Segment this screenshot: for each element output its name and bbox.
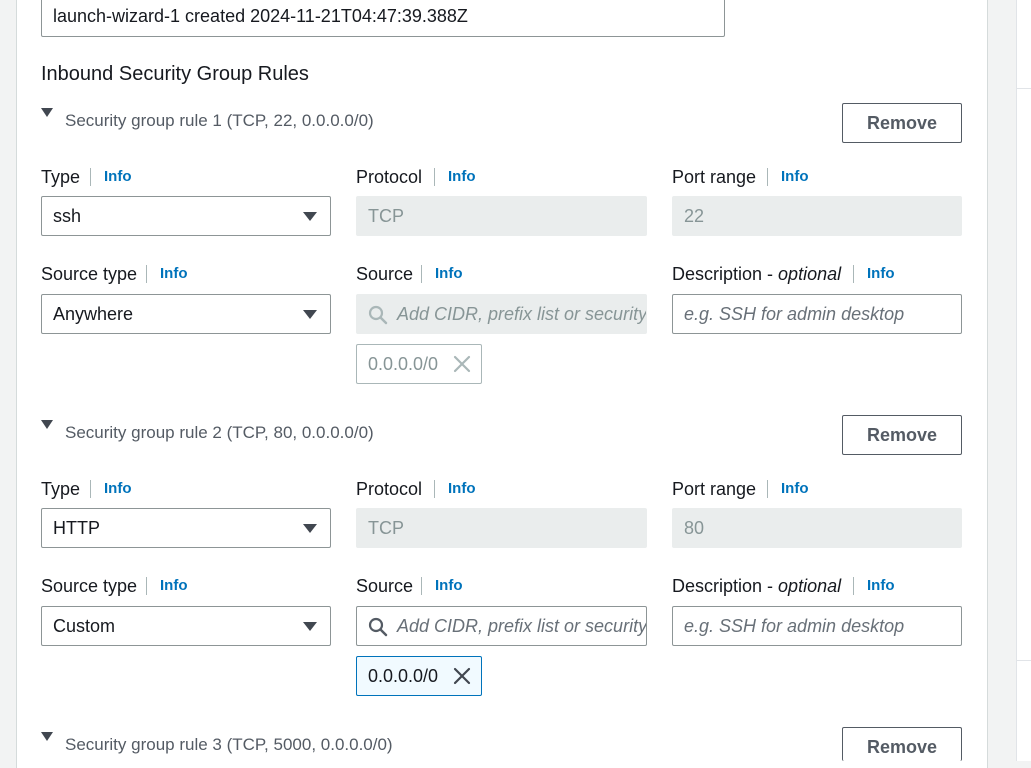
description-optional-text: optional xyxy=(778,576,842,596)
divider xyxy=(767,168,768,186)
description-label-text: Description xyxy=(672,264,763,284)
side-panel-edge xyxy=(1016,0,1031,761)
divider xyxy=(434,480,435,498)
rule-1-type-select[interactable]: ssh xyxy=(41,196,331,236)
type-label: Type xyxy=(41,479,81,499)
rule-1-source-placeholder: Add CIDR, prefix list or security xyxy=(397,304,647,324)
description-label: Description - optional xyxy=(672,263,841,285)
rule-2-source-input[interactable]: Add CIDR, prefix list or security xyxy=(356,606,647,646)
rule-2-description-input[interactable]: e.g. SSH for admin desktop xyxy=(672,606,962,646)
remove-rule-3-button[interactable]: Remove xyxy=(842,727,962,761)
security-group-description-value: launch-wizard-1 created 2024-11-21T04:47… xyxy=(53,6,468,26)
rule-1-source-input: Add CIDR, prefix list or security xyxy=(356,294,647,334)
protocol-label: Protocol xyxy=(356,167,423,187)
rule-3-title[interactable]: Security group rule 3 (TCP, 5000, 0.0.0.… xyxy=(65,734,393,756)
rule-2-source-placeholder: Add CIDR, prefix list or security xyxy=(397,616,647,636)
chevron-down-icon xyxy=(303,310,317,319)
rule-1-source-type-value: Anywhere xyxy=(53,304,134,324)
source-info-link[interactable]: Info xyxy=(435,576,463,596)
port-range-label: Port range xyxy=(672,167,757,187)
rule-1-description-input[interactable]: e.g. SSH for admin desktop xyxy=(672,294,962,334)
source-type-label: Source type xyxy=(41,264,138,284)
rule-1-source-token-value: 0.0.0.0/0 xyxy=(368,354,439,374)
rule-1-description-placeholder: e.g. SSH for admin desktop xyxy=(684,304,905,324)
rule-1-title[interactable]: Security group rule 1 (TCP, 22, 0.0.0.0/… xyxy=(65,110,374,132)
source-type-label: Source type xyxy=(41,576,138,596)
rule-2-port-range-field: 80 xyxy=(672,508,962,548)
description-label: Description - optional xyxy=(672,575,841,597)
chevron-down-icon xyxy=(303,524,317,533)
rule-2-title[interactable]: Security group rule 2 (TCP, 80, 0.0.0.0/… xyxy=(65,422,374,444)
rule-2-port-range-value: 80 xyxy=(684,518,705,538)
source-label: Source xyxy=(356,264,414,284)
caret-down-icon[interactable] xyxy=(41,732,53,741)
caret-down-icon[interactable] xyxy=(41,420,53,429)
remove-rule-2-button[interactable]: Remove xyxy=(842,415,962,455)
chevron-down-icon xyxy=(303,622,317,631)
description-info-link[interactable]: Info xyxy=(867,264,895,284)
rule-1-port-range-field: 22 xyxy=(672,196,962,236)
rule-2-source-token-value: 0.0.0.0/0 xyxy=(368,666,439,686)
rule-1-source-type-select[interactable]: Anywhere xyxy=(41,294,331,334)
source-info-link[interactable]: Info xyxy=(435,264,463,284)
divider xyxy=(90,480,91,498)
port-range-info-link[interactable]: Info xyxy=(781,167,809,187)
description-info-link[interactable]: Info xyxy=(867,576,895,596)
rule-1-protocol-field: TCP xyxy=(356,196,647,236)
description-label-text: Description xyxy=(672,576,763,596)
caret-down-icon[interactable] xyxy=(41,108,53,117)
rule-2-source-type-select[interactable]: Custom xyxy=(41,606,331,646)
divider xyxy=(146,265,147,283)
divider xyxy=(767,480,768,498)
protocol-info-link[interactable]: Info xyxy=(448,479,476,499)
source-type-info-link[interactable]: Info xyxy=(160,576,188,596)
rule-2-source-type-value: Custom xyxy=(53,616,116,636)
search-icon xyxy=(368,617,388,637)
inbound-rules-heading: Inbound Security Group Rules xyxy=(41,63,309,85)
rule-2-protocol-value: TCP xyxy=(368,518,404,538)
type-label: Type xyxy=(41,167,81,187)
type-info-link[interactable]: Info xyxy=(104,167,132,187)
divider xyxy=(853,265,854,283)
divider xyxy=(90,168,91,186)
divider xyxy=(421,265,422,283)
chevron-down-icon xyxy=(303,212,317,221)
rule-1-port-range-value: 22 xyxy=(684,206,705,226)
description-optional-text: optional xyxy=(778,264,842,284)
type-info-link[interactable]: Info xyxy=(104,479,132,499)
port-range-label: Port range xyxy=(672,479,757,499)
rule-2-description-placeholder: e.g. SSH for admin desktop xyxy=(684,616,905,636)
rule-2-source-token: 0.0.0.0/0 xyxy=(356,656,482,696)
side-panel-divider xyxy=(1017,660,1031,661)
rule-2-type-value: HTTP xyxy=(53,518,100,538)
divider xyxy=(434,168,435,186)
protocol-info-link[interactable]: Info xyxy=(448,167,476,187)
close-icon xyxy=(453,355,471,373)
source-label: Source xyxy=(356,576,414,596)
description-label-dash: - xyxy=(762,576,779,596)
close-icon[interactable] xyxy=(453,667,471,685)
source-type-info-link[interactable]: Info xyxy=(160,264,188,284)
port-range-info-link[interactable]: Info xyxy=(781,479,809,499)
divider xyxy=(146,577,147,595)
remove-rule-1-button[interactable]: Remove xyxy=(842,103,962,143)
divider xyxy=(853,577,854,595)
protocol-label: Protocol xyxy=(356,479,423,499)
rule-1-protocol-value: TCP xyxy=(368,206,404,226)
rule-2-protocol-field: TCP xyxy=(356,508,647,548)
rule-1-type-value: ssh xyxy=(53,206,82,226)
description-label-dash: - xyxy=(762,264,779,284)
side-panel-divider xyxy=(1017,88,1031,89)
search-icon xyxy=(368,305,388,325)
divider xyxy=(421,577,422,595)
rule-1-source-token: 0.0.0.0/0 xyxy=(356,344,482,384)
security-group-description-field[interactable]: launch-wizard-1 created 2024-11-21T04:47… xyxy=(41,0,725,37)
rule-2-type-select[interactable]: HTTP xyxy=(41,508,331,548)
